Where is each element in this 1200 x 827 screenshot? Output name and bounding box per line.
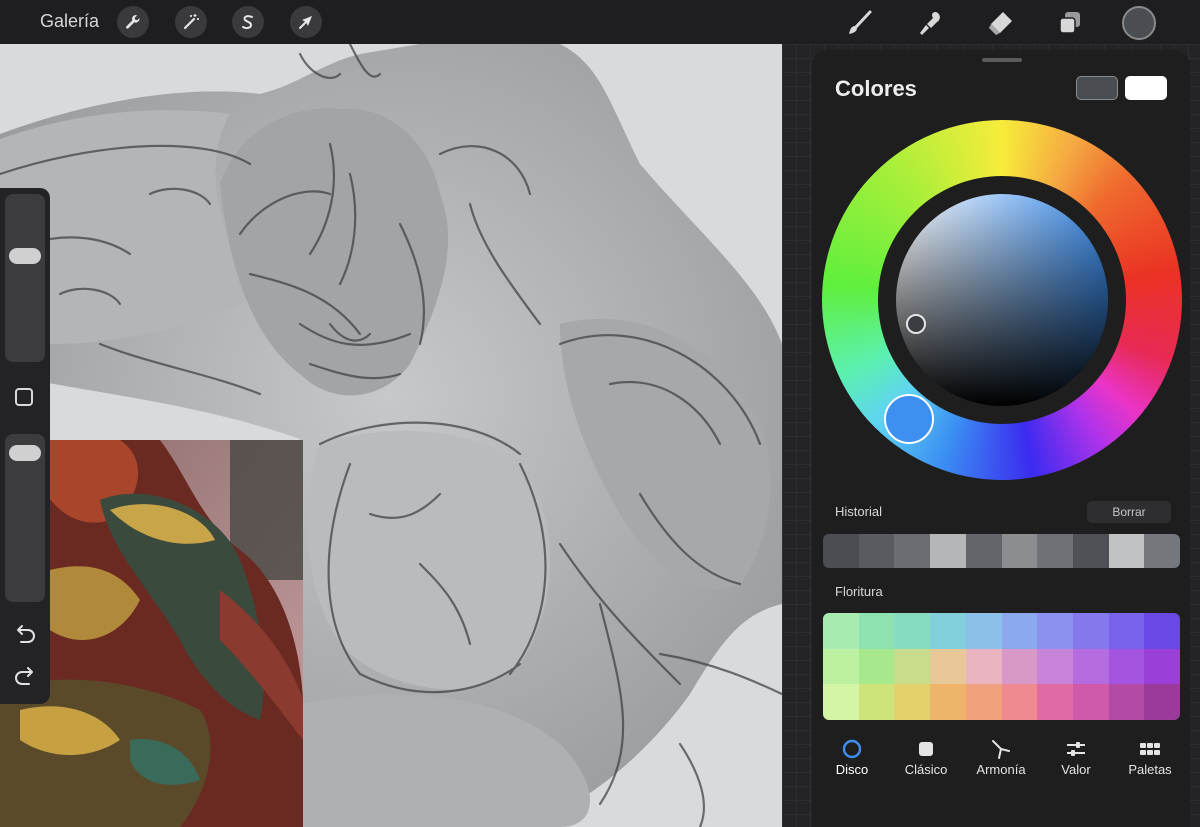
eraser-button[interactable]	[983, 6, 1017, 40]
flourish-swatch[interactable]	[894, 613, 931, 649]
flourish-swatch[interactable]	[1144, 648, 1180, 685]
classic-square-icon	[919, 742, 933, 756]
flourish-swatch[interactable]	[1072, 648, 1109, 685]
flourish-swatch[interactable]	[930, 613, 966, 649]
tab-disco[interactable]: Disco	[814, 732, 890, 792]
flourish-swatch[interactable]	[1037, 648, 1073, 685]
disc-icon	[842, 739, 862, 759]
flourish-swatch[interactable]	[930, 648, 966, 685]
history-swatch[interactable]	[1037, 534, 1073, 568]
tab-clasico[interactable]: Clásico	[888, 732, 964, 792]
saturation-brightness-disc[interactable]	[896, 194, 1108, 406]
history-swatch[interactable]	[1108, 534, 1145, 568]
brush-icon	[849, 10, 872, 34]
smudge-button[interactable]	[913, 6, 947, 40]
flourish-swatch[interactable]	[1037, 684, 1073, 720]
redo-icon[interactable]	[13, 666, 37, 688]
tab-armonia[interactable]: Armonía	[963, 732, 1039, 792]
history-swatch[interactable]	[1001, 534, 1038, 568]
left-sidebar	[0, 188, 50, 704]
transform-button[interactable]	[290, 6, 322, 38]
layers-icon	[1059, 12, 1080, 34]
modify-square-icon[interactable]	[15, 388, 33, 406]
palettes-grid-icon	[1140, 743, 1160, 755]
flourish-swatch[interactable]	[1108, 684, 1145, 720]
panel-drag-handle[interactable]	[982, 58, 1022, 62]
brush-button[interactable]	[843, 6, 877, 40]
arrow-cursor-icon	[299, 16, 312, 29]
gallery-button[interactable]: Galería	[40, 11, 99, 32]
color-button[interactable]	[1122, 6, 1156, 40]
opacity-thumb[interactable]	[9, 445, 41, 462]
color-mode-tabs: Disco Clásico Armonía Valor Paletas	[812, 732, 1190, 792]
history-swatches	[823, 534, 1180, 568]
tab-valor[interactable]: Valor	[1038, 732, 1114, 792]
history-swatch[interactable]	[965, 534, 1002, 568]
selection-s-icon	[242, 15, 253, 30]
magic-wand-icon	[183, 14, 199, 30]
flourish-swatch[interactable]	[930, 684, 966, 720]
layers-button[interactable]	[1053, 6, 1087, 40]
flourish-swatch[interactable]	[1001, 648, 1038, 685]
flourish-swatch[interactable]	[1072, 613, 1109, 649]
harmony-icon	[992, 740, 1010, 759]
wrench-icon	[126, 15, 140, 29]
flourish-swatch[interactable]	[823, 684, 859, 720]
hue-picker-cursor[interactable]	[884, 394, 934, 444]
flourish-swatch[interactable]	[965, 648, 1002, 685]
flourish-swatch[interactable]	[1108, 648, 1145, 685]
flourish-swatch[interactable]	[858, 648, 895, 685]
actions-button[interactable]	[117, 6, 149, 38]
history-swatch[interactable]	[1144, 534, 1180, 568]
flourish-swatch[interactable]	[894, 684, 931, 720]
clear-history-button[interactable]: Borrar	[1087, 501, 1171, 523]
history-swatch[interactable]	[858, 534, 895, 568]
drawing-canvas[interactable]	[0, 44, 782, 827]
sliders-icon	[1067, 742, 1085, 756]
brush-size-slider[interactable]	[5, 194, 45, 362]
eraser-icon	[989, 12, 1012, 35]
flourish-label: Floritura	[835, 584, 883, 599]
history-swatch[interactable]	[1072, 534, 1109, 568]
opacity-slider[interactable]	[5, 434, 45, 602]
secondary-color-chip[interactable]	[1125, 76, 1167, 100]
selection-button[interactable]	[232, 6, 264, 38]
top-toolbar: Galería	[0, 0, 1200, 44]
flourish-swatch[interactable]	[858, 613, 895, 649]
history-label: Historial	[835, 504, 882, 519]
flourish-swatch[interactable]	[1108, 613, 1145, 649]
flourish-swatch[interactable]	[1001, 613, 1038, 649]
undo-icon[interactable]	[13, 624, 37, 646]
adjustments-button[interactable]	[175, 6, 207, 38]
color-picker-cursor[interactable]	[906, 314, 926, 334]
flourish-swatch[interactable]	[894, 648, 931, 685]
flourish-swatch[interactable]	[823, 613, 859, 649]
brush-size-thumb[interactable]	[9, 248, 41, 265]
history-swatch[interactable]	[894, 534, 931, 568]
colors-panel: Colores Historial Borrar Floritura Disco…	[812, 50, 1190, 827]
flourish-swatch[interactable]	[1144, 684, 1180, 720]
flourish-swatch[interactable]	[1072, 684, 1109, 720]
tab-paletas[interactable]: Paletas	[1112, 732, 1188, 792]
panel-title: Colores	[835, 76, 917, 101]
flourish-swatch[interactable]	[1144, 613, 1180, 649]
flourish-swatch[interactable]	[823, 648, 859, 685]
flourish-swatch[interactable]	[1001, 684, 1038, 720]
flourish-swatch[interactable]	[965, 613, 1002, 649]
flourish-swatch[interactable]	[1037, 613, 1073, 649]
history-swatch[interactable]	[930, 534, 966, 568]
smudge-icon	[920, 12, 940, 35]
flourish-swatch[interactable]	[965, 684, 1002, 720]
history-swatch[interactable]	[823, 534, 859, 568]
primary-color-chip[interactable]	[1076, 76, 1118, 100]
flourish-swatch[interactable]	[858, 684, 895, 720]
flourish-palette	[823, 613, 1180, 720]
